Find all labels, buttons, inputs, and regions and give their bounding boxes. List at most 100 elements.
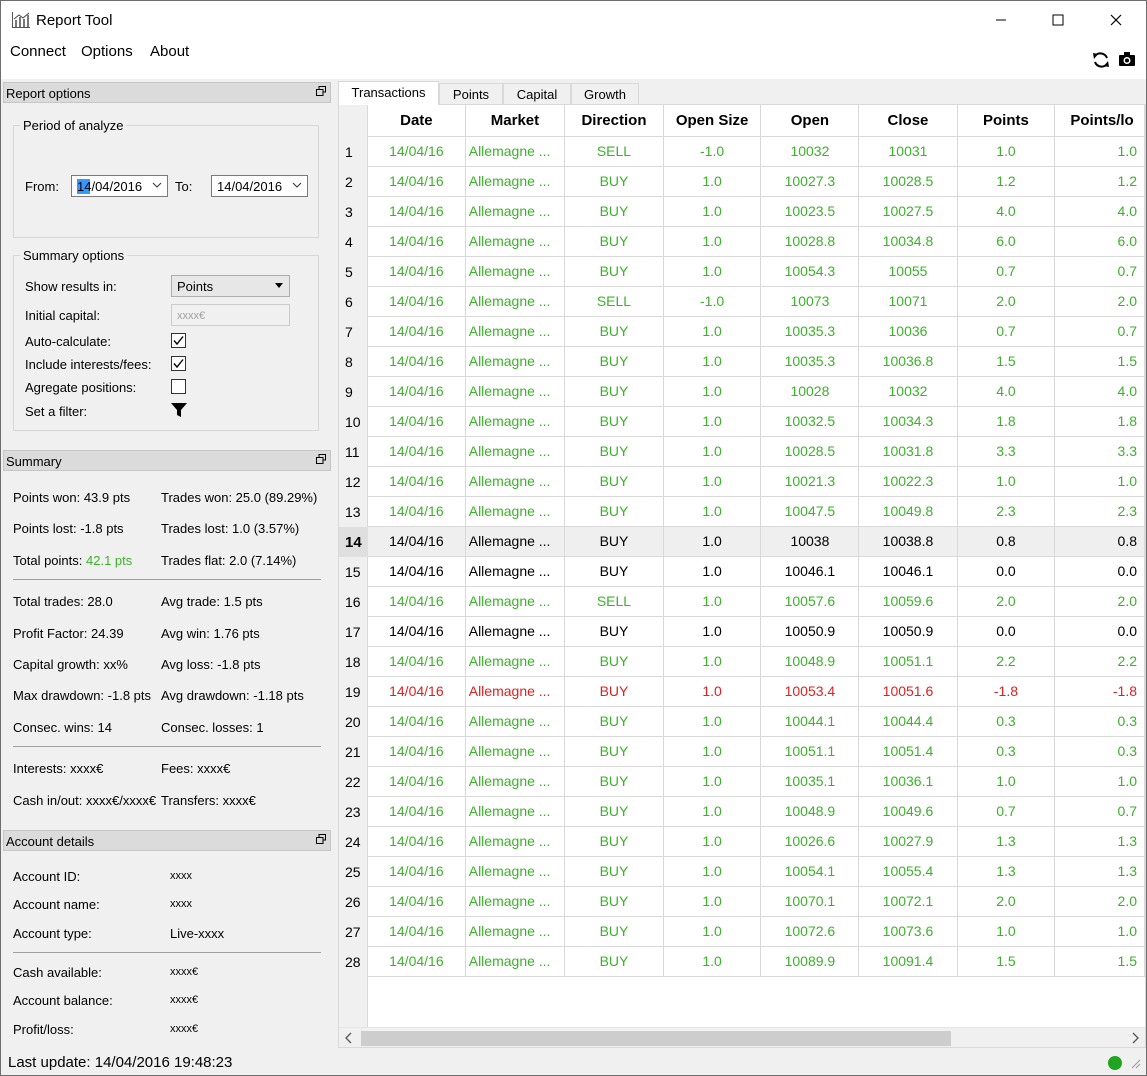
cell-open-size[interactable]: 1.0 xyxy=(663,556,762,587)
cell-open-size[interactable]: 1.0 xyxy=(663,166,762,197)
cell-open-size[interactable]: 1.0 xyxy=(663,346,762,377)
cell-open-size[interactable]: 1.0 xyxy=(663,466,762,497)
cell-open-size[interactable]: 1.0 xyxy=(663,196,762,227)
include-interests-checkbox[interactable] xyxy=(171,356,186,371)
table-row[interactable]: 14/04/16 Allemagne ... BUY 1.0 10072.6 10073.… xyxy=(368,916,1145,947)
cell-points[interactable]: 0.3 xyxy=(957,736,1056,767)
float-dock-icon[interactable] xyxy=(316,454,326,464)
table-row[interactable]: 14/04/16 Allemagne ... BUY 1.0 10089.9 10091.… xyxy=(368,946,1145,977)
col-header-open[interactable]: Open xyxy=(760,105,860,137)
table-row[interactable]: 14/04/16 Allemagne ... BUY 1.0 10035.3 10036 0… xyxy=(368,316,1145,347)
row-number[interactable]: 20 xyxy=(339,707,368,737)
cell-points-lot[interactable]: 0.7 xyxy=(1054,796,1145,827)
cell-date[interactable]: 14/04/16 xyxy=(368,796,466,827)
to-date-field[interactable]: 14/04/2016 xyxy=(211,175,308,197)
cell-market[interactable]: Allemagne ... xyxy=(465,586,566,617)
cell-open-size[interactable]: 1.0 xyxy=(663,526,762,557)
cell-date[interactable]: 14/04/16 xyxy=(368,406,466,437)
cell-date[interactable]: 14/04/16 xyxy=(368,556,466,587)
table-row[interactable]: 14/04/16 Allemagne ... BUY 1.0 10027.3 10028.… xyxy=(368,166,1145,197)
cell-direction[interactable]: BUY xyxy=(564,436,664,467)
cell-points[interactable]: 0.7 xyxy=(957,796,1056,827)
table-row[interactable]: 14/04/16 Allemagne ... BUY 1.0 10048.9 10049.… xyxy=(368,796,1145,827)
cell-open-size[interactable]: 1.0 xyxy=(663,646,762,677)
cell-date[interactable]: 14/04/16 xyxy=(368,646,466,677)
row-number[interactable]: 15 xyxy=(339,557,368,587)
cell-close[interactable]: 10027.9 xyxy=(858,826,958,857)
cell-points-lot[interactable]: 2.3 xyxy=(1054,496,1145,527)
scrollbar-thumb[interactable] xyxy=(361,1031,951,1046)
cell-date[interactable]: 14/04/16 xyxy=(368,226,466,257)
cell-direction[interactable]: BUY xyxy=(564,256,664,287)
cell-close[interactable]: 10022.3 xyxy=(858,466,958,497)
cell-open[interactable]: 10035.1 xyxy=(760,766,860,797)
cell-points-lot[interactable]: 1.0 xyxy=(1054,136,1145,167)
cell-points[interactable]: 2.0 xyxy=(957,586,1056,617)
cell-open[interactable]: 10023.5 xyxy=(760,196,860,227)
table-row[interactable]: 14/04/16 Allemagne ... BUY 1.0 10035.1 10036.… xyxy=(368,766,1145,797)
cell-points-lot[interactable]: 3.3 xyxy=(1054,436,1145,467)
cell-market[interactable]: Allemagne ... xyxy=(465,616,566,647)
cell-open[interactable]: 10070.1 xyxy=(760,886,860,917)
cell-direction[interactable]: BUY xyxy=(564,766,664,797)
cell-date[interactable]: 14/04/16 xyxy=(368,706,466,737)
cell-direction[interactable]: BUY xyxy=(564,196,664,227)
cell-open-size[interactable]: 1.0 xyxy=(663,706,762,737)
cell-open[interactable]: 10026.6 xyxy=(760,826,860,857)
table-row[interactable]: 14/04/16 Allemagne ... SELL -1.0 10032 10031 1… xyxy=(368,136,1145,167)
cell-close[interactable]: 10072.1 xyxy=(858,886,958,917)
scroll-left-icon[interactable] xyxy=(343,1031,355,1045)
cell-points-lot[interactable]: 1.3 xyxy=(1054,856,1145,887)
cell-points-lot[interactable]: 0.8 xyxy=(1054,526,1145,557)
cell-market[interactable]: Allemagne ... xyxy=(465,136,566,167)
cell-open[interactable]: 10027.3 xyxy=(760,166,860,197)
cell-open[interactable]: 10047.5 xyxy=(760,496,860,527)
cell-open-size[interactable]: 1.0 xyxy=(663,406,762,437)
cell-points[interactable]: 1.3 xyxy=(957,856,1056,887)
cell-open-size[interactable]: 1.0 xyxy=(663,226,762,257)
cell-close[interactable]: 10049.8 xyxy=(858,496,958,527)
cell-open[interactable]: 10038 xyxy=(760,526,860,557)
cell-open-size[interactable]: 1.0 xyxy=(663,586,762,617)
cell-date[interactable]: 14/04/16 xyxy=(368,886,466,917)
cell-direction[interactable]: BUY xyxy=(564,346,664,377)
cell-points[interactable]: 0.8 xyxy=(957,526,1056,557)
cell-market[interactable]: Allemagne ... xyxy=(465,166,566,197)
table-row[interactable]: 14/04/16 Allemagne ... BUY 1.0 10044.1 10044.… xyxy=(368,706,1145,737)
auto-calculate-checkbox[interactable] xyxy=(171,333,186,348)
cell-direction[interactable]: BUY xyxy=(564,916,664,947)
row-number[interactable]: 2 xyxy=(339,167,368,197)
cell-market[interactable]: Allemagne ... xyxy=(465,406,566,437)
cell-market[interactable]: Allemagne ... xyxy=(465,436,566,467)
cell-market[interactable]: Allemagne ... xyxy=(465,196,566,227)
cell-date[interactable]: 14/04/16 xyxy=(368,286,466,317)
cell-open-size[interactable]: 1.0 xyxy=(663,916,762,947)
row-number[interactable]: 8 xyxy=(339,347,368,377)
cell-date[interactable]: 14/04/16 xyxy=(368,826,466,857)
cell-points[interactable]: 4.0 xyxy=(957,196,1056,227)
cell-points-lot[interactable]: 1.0 xyxy=(1054,766,1145,797)
cell-close[interactable]: 10031.8 xyxy=(858,436,958,467)
table-row[interactable]: 14/04/16 Allemagne ... BUY 1.0 10053.4 10051.… xyxy=(368,676,1145,707)
cell-close[interactable]: 10044.4 xyxy=(858,706,958,737)
show-results-select[interactable]: Points xyxy=(171,275,290,297)
cell-open-size[interactable]: 1.0 xyxy=(663,676,762,707)
cell-points[interactable]: 1.5 xyxy=(957,946,1056,977)
cell-points[interactable]: 0.7 xyxy=(957,316,1056,347)
cell-direction[interactable]: SELL xyxy=(564,136,664,167)
table-row[interactable]: 14/04/16 Allemagne ... BUY 1.0 10046.1 10046.… xyxy=(368,556,1145,587)
cell-date[interactable]: 14/04/16 xyxy=(368,586,466,617)
cell-close[interactable]: 10055.4 xyxy=(858,856,958,887)
cell-close[interactable]: 10059.6 xyxy=(858,586,958,617)
cell-close[interactable]: 10055 xyxy=(858,256,958,287)
cell-market[interactable]: Allemagne ... xyxy=(465,256,566,287)
cell-points-lot[interactable]: 2.0 xyxy=(1054,586,1145,617)
cell-open[interactable]: 10053.4 xyxy=(760,676,860,707)
cell-close[interactable]: 10036.8 xyxy=(858,346,958,377)
cell-open[interactable]: 10032 xyxy=(760,136,860,167)
row-number[interactable]: 19 xyxy=(339,677,368,707)
from-date-field[interactable]: 14/04/2016 xyxy=(71,175,168,197)
aggregate-checkbox[interactable] xyxy=(171,379,186,394)
cell-open[interactable]: 10073 xyxy=(760,286,860,317)
cell-date[interactable]: 14/04/16 xyxy=(368,256,466,287)
